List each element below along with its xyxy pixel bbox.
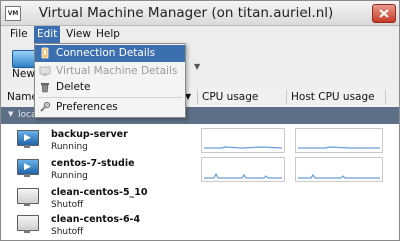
menu-item-label: Virtual Machine Details <box>56 65 178 77</box>
vm-details-icon <box>39 66 51 76</box>
cpu-usage-graph <box>201 128 285 153</box>
vm-status: Shutoff <box>51 227 84 237</box>
menu-edit[interactable]: Edit <box>34 26 61 43</box>
menu-item-label: Delete <box>56 81 91 93</box>
column-divider[interactable] <box>197 90 198 104</box>
menu-item-label: Connection Details <box>56 47 156 59</box>
vm-row[interactable]: clean-centos-5_10 Shutoff <box>1 184 399 213</box>
window-title: Virtual Machine Manager (on titan.auriel… <box>38 5 334 21</box>
vm-name: clean-centos-6-4 <box>51 214 141 225</box>
expander-icon[interactable]: ▼ <box>8 110 13 118</box>
edit-menu-dropdown: Connection Details Virtual Machine Detai… <box>34 43 186 118</box>
vm-name: backup-server <box>51 129 128 140</box>
vm-row[interactable]: clean-centos-6-4 Shutoff <box>1 211 399 240</box>
menu-item-connection-details[interactable]: Connection Details <box>35 45 185 62</box>
column-divider[interactable] <box>385 90 386 104</box>
vm-running-icon <box>17 130 39 146</box>
menu-item-label: Preferences <box>56 101 118 113</box>
column-host-cpu-usage[interactable]: Host CPU usage <box>291 87 375 107</box>
vm-status: Running <box>51 171 88 181</box>
toolbar-dropdown-arrow-icon[interactable]: ▼ <box>194 62 200 71</box>
vm-row[interactable]: backup-server Running <box>1 126 399 155</box>
menu-item-virtual-machine-details: Virtual Machine Details <box>35 63 185 80</box>
vm-name: centos-7-studie <box>51 158 135 169</box>
close-button[interactable] <box>372 4 396 23</box>
close-icon <box>379 9 389 18</box>
vm-row[interactable]: centos-7-studie Running <box>1 155 399 184</box>
menu-file[interactable]: File <box>7 26 31 43</box>
title-bar[interactable]: VM Virtual Machine Manager (on titan.aur… <box>1 1 399 26</box>
vm-shutoff-icon <box>17 215 39 231</box>
vm-running-icon <box>17 159 39 175</box>
vm-status: Running <box>51 142 88 152</box>
menu-help[interactable]: Help <box>93 26 123 43</box>
vm-name: clean-centos-5_10 <box>51 187 148 198</box>
delete-icon <box>41 83 49 93</box>
new-vm-label: New <box>12 68 35 80</box>
monitor-stand <box>24 145 30 148</box>
menu-separator <box>38 97 182 98</box>
menu-item-preferences[interactable]: Preferences <box>35 99 185 116</box>
column-cpu-usage[interactable]: CPU usage <box>202 87 258 107</box>
menu-bar: File Edit View Help <box>1 26 399 43</box>
connection-icon <box>41 47 49 59</box>
application-window: VM Virtual Machine Manager (on titan.aur… <box>0 0 400 241</box>
host-cpu-usage-graph <box>295 128 383 153</box>
menu-item-delete[interactable]: Delete <box>35 79 185 96</box>
vm-shutoff-icon <box>17 188 39 204</box>
vm-status: Shutoff <box>51 200 84 210</box>
monitor-stand <box>24 230 30 233</box>
monitor-stand <box>24 174 30 177</box>
new-vm-icon <box>12 50 36 68</box>
preferences-icon <box>40 101 51 112</box>
column-divider[interactable] <box>286 90 287 104</box>
monitor-stand <box>24 203 30 206</box>
cpu-usage-graph <box>201 157 285 182</box>
host-cpu-usage-graph <box>295 157 383 182</box>
menu-view[interactable]: View <box>63 26 94 43</box>
